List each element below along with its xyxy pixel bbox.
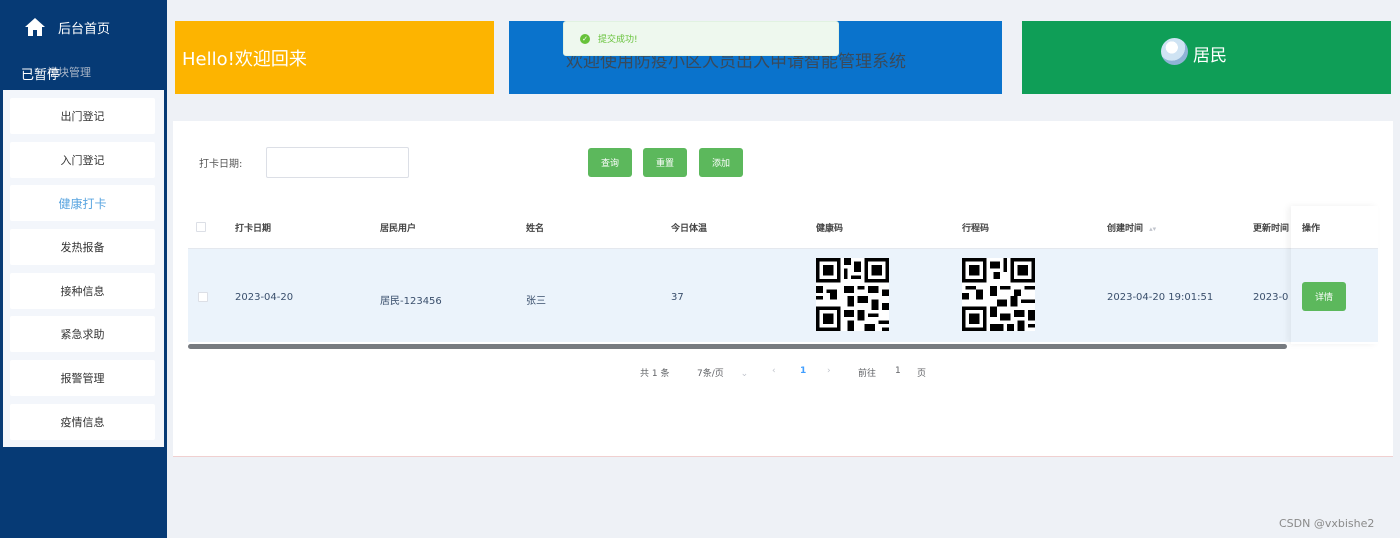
trip-code-qr-icon[interactable] [962,258,1035,331]
date-filter-input[interactable] [266,147,409,178]
query-button[interactable]: 查询 [588,148,632,177]
chevron-right-icon[interactable]: › [827,366,831,376]
chevron-left-icon[interactable]: ‹ [772,366,776,376]
table-row: 2023-04-20 居民-123456 张三 37 2023-04-20 19… [188,248,1378,342]
row-checkbox[interactable] [198,292,208,302]
header-created-time-label: 创建时间 [1107,224,1144,234]
cell-resident-user: 居民-123456 [380,296,442,307]
sidebar-item-emergency[interactable]: 紧急求助 [10,316,155,352]
date-filter-label: 打卡日期: [199,159,243,170]
add-button[interactable]: 添加 [699,148,743,177]
cell-temperature: 37 [671,292,684,303]
sort-caret-icon[interactable]: ▴▾ [1149,225,1156,233]
welcome-card: Hello!欢迎回来 [175,21,494,94]
select-all-checkbox[interactable] [196,222,206,232]
sidebar-item-alarm[interactable]: 报警管理 [10,360,155,396]
header-temperature: 今日体温 [671,224,708,234]
page-size-select[interactable]: 7条/页 ⌄ [697,366,748,379]
header-actions: 操作 [1302,224,1321,234]
paused-overlay-label: 已暂停 [21,68,61,83]
header-health-code: 健康码 [816,224,844,234]
header-updated-time: 更新时间 [1253,224,1290,234]
welcome-text: Hello!欢迎回来 [182,49,307,70]
sidebar-item-vaccination[interactable]: 接种信息 [10,273,155,309]
sidebar: 后台首页 模块管理 已暂停 出门登记 入门登记 健康打卡 发热报备 接种信息 紧… [0,0,167,538]
sidebar-home[interactable]: 后台首页 [24,17,110,37]
sidebar-home-label: 后台首页 [58,21,111,37]
sidebar-item-entry-register[interactable]: 入门登记 [10,142,155,178]
cell-updated-time: 2023-0 [1253,292,1289,303]
page-number-current[interactable]: 1 [800,366,806,376]
header-checkin-date: 打卡日期 [235,224,272,234]
goto-label: 前往 [858,369,877,379]
header-trip-code: 行程码 [962,224,990,234]
reset-button[interactable]: 重置 [643,148,687,177]
header-resident-user: 居民用户 [380,224,417,234]
header-name: 姓名 [526,224,545,234]
toast-message: 提交成功! [598,35,638,45]
cell-created-time: 2023-04-20 19:01:51 [1107,292,1214,303]
horizontal-scrollbar[interactable] [188,344,1287,349]
role-label: 居民 [1193,46,1227,66]
cell-checkin-date: 2023-04-20 [235,292,294,303]
sidebar-item-health-checkin[interactable]: 健康打卡 [10,185,155,221]
cell-name: 张三 [526,296,546,307]
check-circle-icon: ✓ [580,33,590,44]
success-toast: ✓ 提交成功! [563,21,839,56]
watermark: CSDN @vxbishe2 [1279,517,1375,530]
role-card: 居民 [1022,21,1391,94]
sidebar-item-epidemic-info[interactable]: 疫情信息 [10,404,155,440]
health-code-qr-icon[interactable] [816,258,889,331]
header-created-time[interactable]: 创建时间 ▴▾ [1107,221,1156,234]
sidebar-item-fever-report[interactable]: 发热报备 [10,229,155,265]
chevron-down-icon: ⌄ [740,369,749,379]
goto-page-input[interactable]: 1 [895,366,901,376]
page-size-value: 7条/页 [697,369,724,379]
pagination-total: 共 1 条 [640,369,670,379]
home-icon [24,17,46,37]
page-suffix: 页 [917,369,927,379]
detail-button[interactable]: 详情 [1302,282,1346,311]
sidebar-item-exit-register[interactable]: 出门登记 [10,98,155,134]
avatar-icon [1161,38,1188,65]
